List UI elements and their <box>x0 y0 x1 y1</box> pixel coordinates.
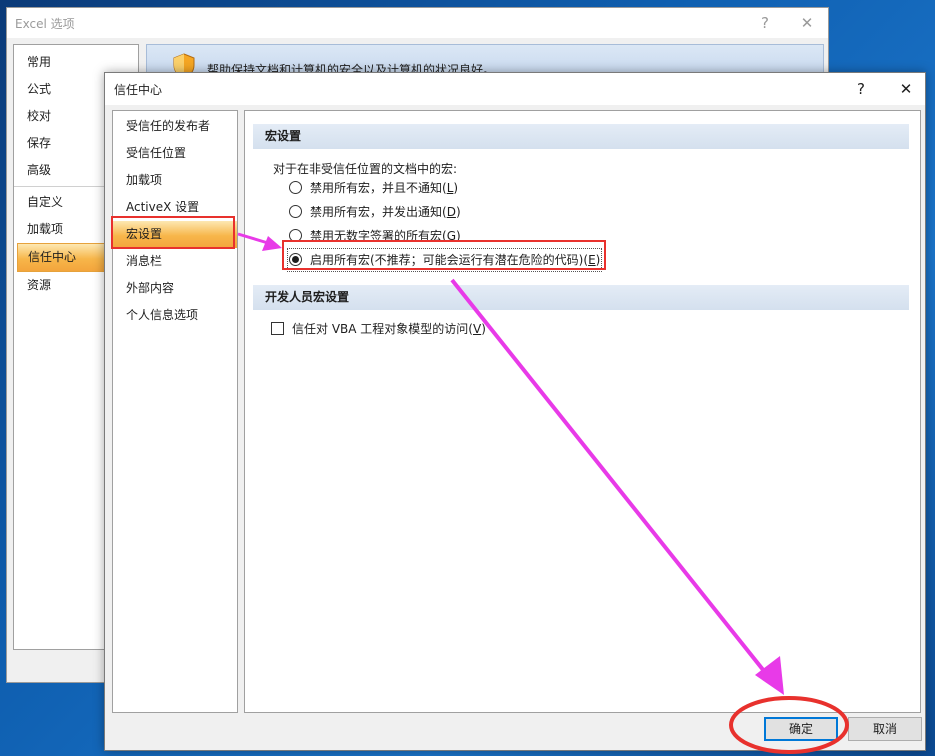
close-icon[interactable]: ✕ <box>787 8 827 38</box>
highlight-box-enable-all <box>282 240 606 270</box>
excel-options-title: Excel 选项 <box>15 17 75 31</box>
trust-center-title: 信任中心 <box>114 83 163 97</box>
close-icon[interactable]: ✕ <box>886 73 926 105</box>
trust-center-dialog: 信任中心 ? ✕ 受信任的发布者 受信任位置 加载项 ActiveX 设置 宏设… <box>104 72 926 751</box>
tc-nav-item-external-content[interactable]: 外部内容 <box>113 275 237 302</box>
radio-button[interactable] <box>289 181 302 194</box>
help-icon[interactable]: ? <box>841 73 881 105</box>
excel-options-titlebar[interactable]: Excel 选项 ? ✕ <box>7 8 828 38</box>
tc-nav-item-trusted-publishers[interactable]: 受信任的发布者 <box>113 113 237 140</box>
macro-section-header: 宏设置 <box>253 124 909 149</box>
cancel-button[interactable]: 取消 <box>848 717 922 741</box>
trust-center-nav: 受信任的发布者 受信任位置 加载项 ActiveX 设置 宏设置 消息栏 外部内… <box>112 110 238 713</box>
tc-nav-item-trusted-locations[interactable]: 受信任位置 <box>113 140 237 167</box>
highlight-box-macro-settings <box>111 216 235 249</box>
checkbox[interactable] <box>271 322 284 335</box>
radio-button[interactable] <box>289 205 302 218</box>
tc-nav-item-privacy[interactable]: 个人信息选项 <box>113 302 237 329</box>
tc-nav-item-addins[interactable]: 加载项 <box>113 167 237 194</box>
macro-subtitle: 对于在非受信任位置的文档中的宏: <box>273 162 458 176</box>
ok-button[interactable]: 确定 <box>764 717 838 741</box>
trust-center-titlebar[interactable]: 信任中心 ? ✕ <box>105 73 925 105</box>
macro-settings-panel: 宏设置 对于在非受信任位置的文档中的宏: 禁用所有宏，并且不通知(L) 禁用所有… <box>244 110 921 713</box>
radio-disable-notify[interactable]: 禁用所有宏，并发出通知(D) <box>289 202 461 222</box>
developer-section-header: 开发人员宏设置 <box>253 285 909 310</box>
checkbox-trust-vba[interactable]: 信任对 VBA 工程对象模型的访问(V) <box>271 319 486 339</box>
tc-nav-item-message-bar[interactable]: 消息栏 <box>113 248 237 275</box>
help-icon[interactable]: ? <box>745 8 785 38</box>
radio-disable-no-notify[interactable]: 禁用所有宏，并且不通知(L) <box>289 178 458 198</box>
